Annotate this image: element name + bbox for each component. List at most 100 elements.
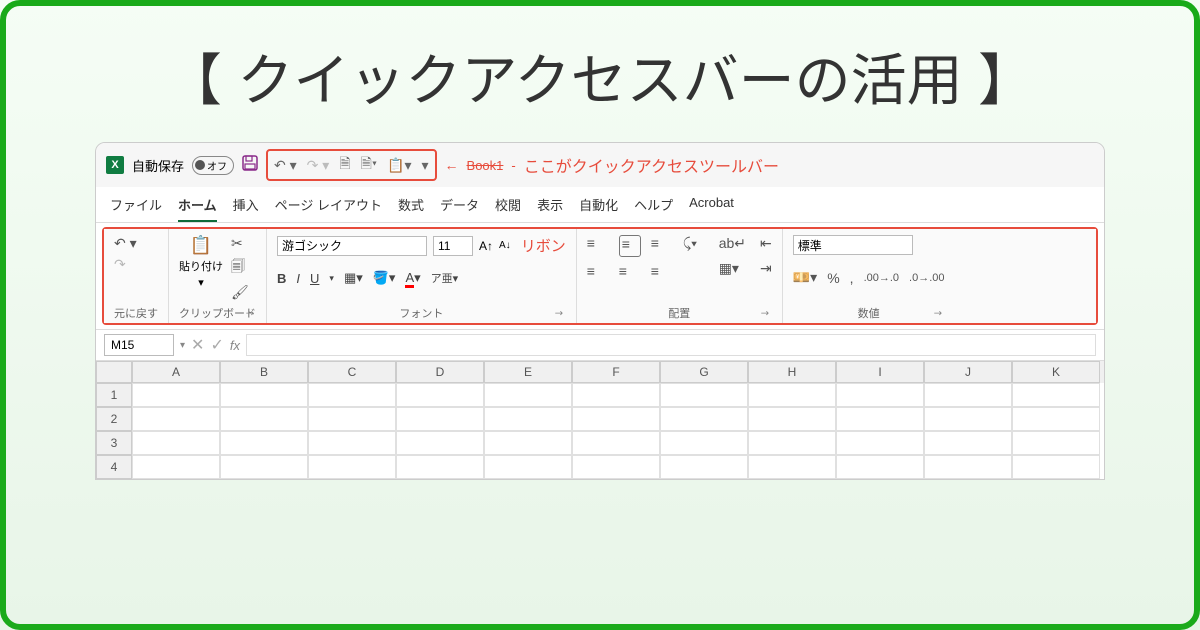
accounting-format-icon[interactable]: 💴▾ [793,269,817,286]
name-box[interactable] [104,334,174,356]
format-painter-icon[interactable]: 🖌 [231,284,249,301]
copy-icon[interactable]: 🗐 [231,256,249,280]
cell[interactable] [748,431,836,455]
tab-formulas[interactable]: 数式 [398,195,424,222]
cell[interactable] [1012,455,1100,479]
row-header[interactable]: 4 [96,455,132,479]
qat-paste-icon[interactable]: 📋▾ [387,157,411,174]
cell[interactable] [748,407,836,431]
cell[interactable] [484,431,572,455]
decrease-decimal-icon[interactable]: .0→.00 [909,272,944,284]
italic-button[interactable]: I [296,271,300,286]
tab-file[interactable]: ファイル [110,195,162,222]
align-left-icon[interactable]: ≡ [587,263,609,285]
formula-input[interactable] [246,334,1096,356]
cell[interactable] [924,407,1012,431]
col-header[interactable]: H [748,361,836,383]
col-header[interactable]: F [572,361,660,383]
cell[interactable] [836,455,924,479]
increase-decimal-icon[interactable]: .00→.0 [864,272,899,284]
tab-data[interactable]: データ [440,195,479,222]
tab-pagelayout[interactable]: ページ レイアウト [275,195,382,222]
align-middle-icon[interactable]: ≡ [619,235,641,257]
cell[interactable] [924,455,1012,479]
comma-format-icon[interactable]: , [850,270,854,286]
select-all-corner[interactable] [96,361,132,383]
underline-button[interactable]: U [310,271,319,286]
undo-icon[interactable]: ↶ ▾ [274,157,297,174]
number-format-select[interactable] [793,235,913,255]
col-header[interactable]: B [220,361,308,383]
cell[interactable] [660,407,748,431]
cell[interactable] [572,407,660,431]
cell[interactable] [308,383,396,407]
cell[interactable] [220,407,308,431]
autosave-toggle[interactable]: オフ [192,156,234,175]
cell[interactable] [660,455,748,479]
row-header[interactable]: 3 [96,431,132,455]
tab-automate[interactable]: 自動化 [579,195,618,222]
font-name-select[interactable] [277,236,427,256]
tab-acrobat[interactable]: Acrobat [689,195,734,222]
col-header[interactable]: J [924,361,1012,383]
wrap-text-icon[interactable]: ab↵ [719,235,746,252]
phonetic-icon[interactable]: ア亜▾ [431,270,459,286]
cell[interactable] [484,407,572,431]
cell[interactable] [220,383,308,407]
cell[interactable] [220,455,308,479]
cell[interactable] [308,431,396,455]
cell[interactable] [748,455,836,479]
cell[interactable] [1012,431,1100,455]
cancel-formula-icon[interactable]: ✕ [191,335,204,355]
col-header[interactable]: A [132,361,220,383]
cell[interactable] [660,383,748,407]
name-box-dropdown-icon[interactable]: ▾ [180,340,185,351]
cell[interactable] [924,431,1012,455]
cell[interactable] [396,383,484,407]
row-header[interactable]: 2 [96,407,132,431]
row-header[interactable]: 1 [96,383,132,407]
font-launcher-icon[interactable]: ↘ [553,307,567,321]
align-top-icon[interactable]: ≡ [587,235,609,257]
cut-icon[interactable]: ✂ [231,235,249,252]
paste-dropdown-icon[interactable]: ▾ [198,276,204,289]
cell[interactable] [132,431,220,455]
cell[interactable] [572,431,660,455]
cell[interactable] [484,455,572,479]
cell[interactable] [660,431,748,455]
cell[interactable] [572,455,660,479]
save-icon[interactable] [242,155,258,176]
underline-dropdown-icon[interactable]: ▾ [329,273,334,284]
merge-cells-icon[interactable]: ▦▾ [719,260,746,277]
col-header[interactable]: I [836,361,924,383]
cell[interactable] [572,383,660,407]
cell[interactable] [396,431,484,455]
decrease-font-icon[interactable]: A↓ [499,240,511,251]
cell[interactable] [308,455,396,479]
enter-formula-icon[interactable]: ✓ [210,335,223,355]
col-header[interactable]: G [660,361,748,383]
cell[interactable] [132,407,220,431]
cell[interactable] [396,407,484,431]
tab-home[interactable]: ホーム [178,195,217,222]
redo-icon[interactable]: ↷ ▾ [307,157,330,174]
decrease-indent-icon[interactable]: ⇤ [760,235,772,252]
cell[interactable] [836,383,924,407]
align-launcher-icon[interactable]: ↘ [759,307,773,321]
col-header[interactable]: K [1012,361,1100,383]
qat-doc1-icon[interactable]: 🗎 [339,153,350,177]
col-header[interactable]: E [484,361,572,383]
cell[interactable] [484,383,572,407]
col-header[interactable]: D [396,361,484,383]
align-bottom-icon[interactable]: ≡ [651,235,673,257]
align-right-icon[interactable]: ≡ [651,263,673,285]
tab-help[interactable]: ヘルプ [634,195,673,222]
cell[interactable] [132,383,220,407]
cell[interactable] [748,383,836,407]
cell[interactable] [220,431,308,455]
font-size-select[interactable] [433,236,473,256]
tab-review[interactable]: 校閲 [495,195,521,222]
tab-view[interactable]: 表示 [537,195,563,222]
fx-icon[interactable]: fx [230,338,240,353]
qat-doc2-icon[interactable]: 🗎▾ [361,153,377,177]
